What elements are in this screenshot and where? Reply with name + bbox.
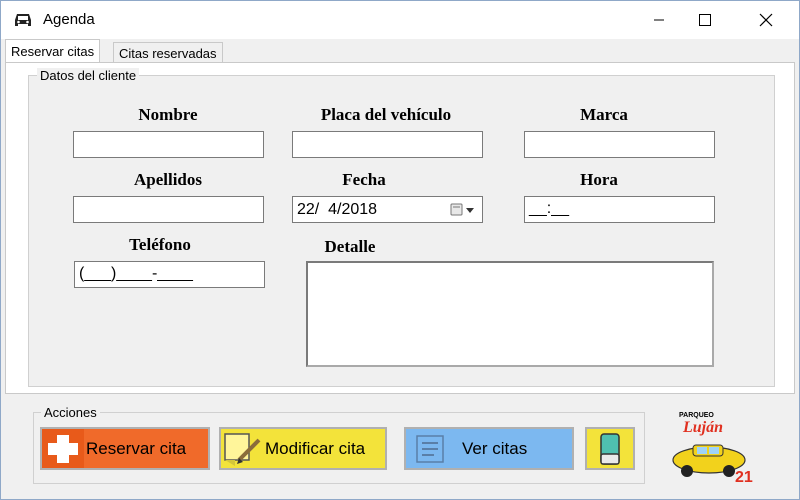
fecha-value: 22/ 4/2018 [297,201,378,218]
close-button[interactable] [743,1,789,39]
marca-input[interactable] [524,131,715,158]
tab-citas-reservadas[interactable]: Citas reservadas [113,42,223,63]
placa-label: Placa del vehículo [320,105,452,124]
edit-note-icon [224,432,261,466]
apellidos-input[interactable] [73,196,264,223]
reservar-cita-label: Reservar cita [86,438,187,458]
tab-reservar-citas[interactable]: Reservar citas [5,39,101,63]
nombre-label: Nombre [138,105,198,124]
reservar-cita-button[interactable]: Reservar cita [40,427,210,470]
app-window: Agenda Citas reservadas Reservar citas D… [0,0,800,500]
modificar-cita-button[interactable]: Modificar cita [219,427,387,470]
ver-citas-button[interactable]: Ver citas [404,427,574,470]
modificar-cita-label: Modificar cita [265,438,366,458]
detalle-textarea[interactable] [306,261,714,367]
calendar-dropdown-icon[interactable] [450,203,476,217]
minimize-icon [654,19,664,21]
apellidos-label: Apellidos [133,170,203,189]
logo-brand-text: Luján [682,419,723,436]
nombre-input[interactable] [73,131,264,158]
plus-icon [42,429,84,468]
client-data-group-title: Datos del cliente [37,68,140,83]
telefono-input[interactable]: (___)____-____ [74,261,265,288]
hora-label: Hora [580,170,618,189]
parqueo-lujan-logo: PARQUEO Luján 21 [669,405,764,486]
fecha-label: Fecha [342,170,386,189]
title-bar: Agenda [1,1,799,39]
ver-citas-label: Ver citas [462,438,528,458]
detalle-label: Detalle [324,237,376,256]
maximize-button[interactable] [682,1,728,39]
marca-label: Marca [580,105,628,124]
close-icon [759,13,773,27]
logo-graphic: PARQUEO Luján 21 [672,412,753,486]
eraser-icon [600,432,620,465]
telefono-label: Teléfono [129,235,191,254]
logo-top-text: PARQUEO [679,412,714,419]
limpiar-button[interactable] [585,427,635,470]
maximize-icon [699,14,711,26]
tab-strip: Citas reservadas Reservar citas [1,39,799,63]
logo-number: 21 [735,469,753,485]
fecha-date-picker[interactable]: 22/ 4/2018 [292,196,483,223]
car-icon [15,14,31,26]
hora-input[interactable]: __:__ [524,196,715,223]
placa-input[interactable] [292,131,483,158]
window-title: Agenda [43,11,95,28]
actions-group-title: Acciones [41,405,100,420]
list-icon [416,434,444,463]
minimize-button[interactable] [636,1,682,39]
